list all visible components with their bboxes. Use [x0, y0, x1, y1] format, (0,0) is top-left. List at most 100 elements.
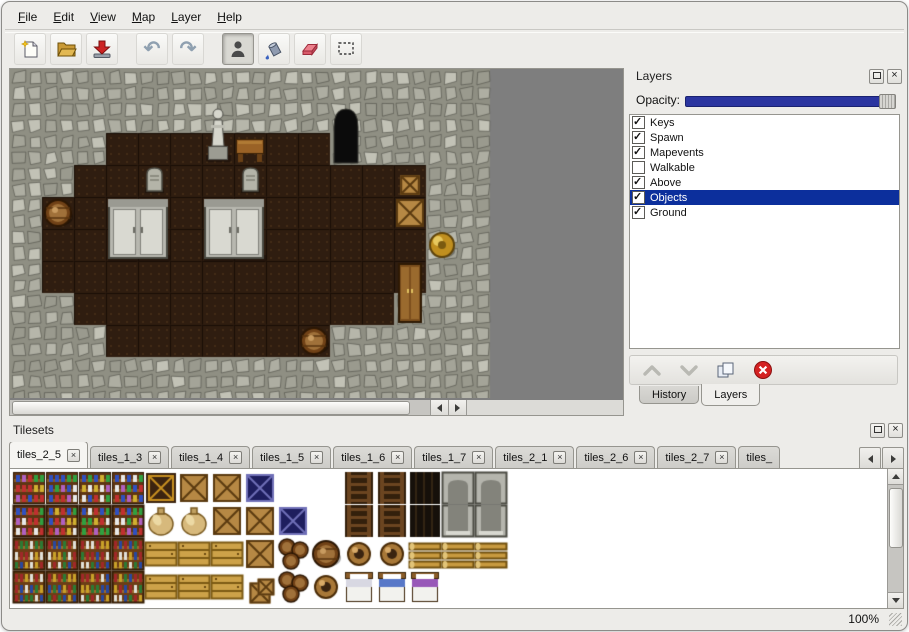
arrow-right-icon — [455, 404, 460, 412]
layer-checkbox[interactable] — [632, 116, 645, 129]
tab-close-icon[interactable] — [634, 451, 647, 464]
undo-icon — [144, 39, 161, 59]
eraser-tool-icon — [299, 38, 321, 60]
new-file-button[interactable] — [14, 33, 46, 65]
layer-name: Objects — [650, 192, 687, 204]
opacity-slider-handle[interactable] — [879, 94, 896, 109]
tab-close-icon[interactable] — [67, 449, 80, 462]
eraser-tool-button[interactable] — [294, 33, 326, 65]
menu-bar: File Edit View Map Layer Help — [10, 9, 250, 27]
tab-close-icon[interactable] — [229, 451, 242, 464]
arrow-up-icon — [892, 474, 900, 479]
hscroll-track[interactable] — [10, 400, 430, 415]
opacity-slider-track[interactable] — [685, 96, 896, 107]
open-file-button[interactable] — [50, 33, 82, 65]
layer-checkbox[interactable] — [632, 176, 645, 189]
scroll-left-button[interactable] — [430, 400, 448, 415]
layer-name: Spawn — [650, 132, 684, 144]
tileset-canvas[interactable] — [11, 470, 571, 607]
tileset-tab[interactable]: tiles_1_6 — [333, 446, 412, 468]
menu-edit[interactable]: Edit — [45, 9, 82, 27]
vscroll-thumb[interactable] — [889, 488, 903, 548]
layer-checkbox[interactable] — [632, 131, 645, 144]
dock-tabs: History Layers — [639, 386, 762, 406]
layers-panel-title: Layers — [636, 69, 672, 83]
layer-row[interactable]: Objects — [630, 190, 899, 205]
vscroll-track[interactable] — [888, 485, 903, 592]
layer-checkbox[interactable] — [632, 191, 645, 204]
layer-checkbox[interactable] — [632, 206, 645, 219]
float-panel-icon[interactable] — [869, 69, 884, 84]
layer-row[interactable]: Above — [630, 175, 899, 190]
menu-view[interactable]: View — [82, 9, 124, 27]
tileset-tab[interactable]: tiles_2_7 — [657, 446, 736, 468]
tileset-tab[interactable]: tiles_1_3 — [90, 446, 169, 468]
layer-checkbox[interactable] — [632, 146, 645, 159]
tab-close-icon[interactable] — [715, 451, 728, 464]
layers-panel: Layers Opacity: Keys Spawn Mapevents — [629, 68, 906, 414]
open-folder-icon — [55, 38, 77, 60]
layer-row[interactable]: Mapevents — [630, 145, 899, 160]
tab-close-icon[interactable] — [553, 451, 566, 464]
arrow-right-icon — [891, 455, 896, 463]
tabs-scroll-left-button[interactable] — [859, 447, 881, 470]
close-panel-icon[interactable] — [888, 423, 903, 438]
tileset-vscrollbar[interactable] — [887, 469, 903, 608]
layer-name: Ground — [650, 207, 687, 219]
tab-close-icon[interactable] — [391, 451, 404, 464]
tab-close-icon[interactable] — [310, 451, 323, 464]
stamp-tool-button[interactable] — [222, 33, 254, 65]
tileset-tab[interactable]: tiles_ — [738, 446, 780, 468]
layer-row[interactable]: Walkable — [630, 160, 899, 175]
tabs-scroll-right-button[interactable] — [882, 447, 904, 470]
opacity-slider[interactable] — [685, 94, 896, 107]
map-canvas[interactable] — [10, 69, 621, 398]
tileset-tab-label: tiles_1_7 — [422, 452, 466, 464]
menu-file[interactable]: File — [10, 9, 45, 27]
fill-tool-button[interactable] — [258, 33, 290, 65]
float-panel-icon[interactable] — [870, 423, 885, 438]
tab-close-icon[interactable] — [148, 451, 161, 464]
scroll-up-button[interactable] — [888, 469, 903, 485]
tileset-tab-label: tiles_2_1 — [503, 452, 547, 464]
close-panel-icon[interactable] — [887, 69, 902, 84]
status-bar: 100% — [2, 609, 907, 630]
tileset-tab[interactable]: tiles_2_6 — [576, 446, 655, 468]
tab-history[interactable]: History — [639, 386, 699, 404]
resize-grip[interactable] — [889, 613, 902, 626]
menu-layer[interactable]: Layer — [163, 9, 209, 27]
tileset-tab[interactable]: tiles_1_5 — [252, 446, 331, 468]
map-hscrollbar[interactable] — [10, 400, 467, 415]
tilesets-panel: Tilesets tiles_2_5 tiles_1_3 tiles_1_4 t… — [6, 422, 907, 612]
tab-label: History — [652, 389, 686, 401]
hscroll-thumb[interactable] — [12, 401, 410, 415]
scroll-down-button[interactable] — [888, 592, 903, 608]
tileset-tab[interactable]: tiles_2_1 — [495, 446, 574, 468]
menu-help[interactable]: Help — [209, 9, 250, 27]
tileset-tab-label: tiles_ — [746, 452, 772, 464]
tileset-tab[interactable]: tiles_1_4 — [171, 446, 250, 468]
arrow-left-icon — [868, 455, 873, 463]
tab-close-icon[interactable] — [472, 451, 485, 464]
map-view — [9, 68, 624, 416]
select-tool-button[interactable] — [330, 33, 362, 65]
layer-checkbox[interactable] — [632, 161, 645, 174]
undo-button[interactable] — [136, 33, 168, 65]
menu-map[interactable]: Map — [124, 9, 163, 27]
layer-row[interactable]: Ground — [630, 205, 899, 220]
save-button[interactable] — [86, 33, 118, 65]
delete-layer-button[interactable] — [751, 359, 775, 381]
tab-layers[interactable]: Layers — [701, 384, 760, 406]
layer-row[interactable]: Spawn — [630, 130, 899, 145]
tileset-tab[interactable]: tiles_2_5 — [9, 442, 88, 468]
redo-button[interactable] — [172, 33, 204, 65]
move-layer-up-button[interactable] — [640, 359, 664, 381]
duplicate-layer-button[interactable] — [714, 359, 738, 381]
tab-scroll-buttons — [859, 447, 904, 470]
tilesets-panel-title: Tilesets — [13, 423, 54, 437]
layer-row[interactable]: Keys — [630, 115, 899, 130]
layer-name: Walkable — [650, 162, 695, 174]
move-layer-down-button[interactable] — [677, 359, 701, 381]
scroll-right-button[interactable] — [448, 400, 466, 415]
tileset-tab[interactable]: tiles_1_7 — [414, 446, 493, 468]
